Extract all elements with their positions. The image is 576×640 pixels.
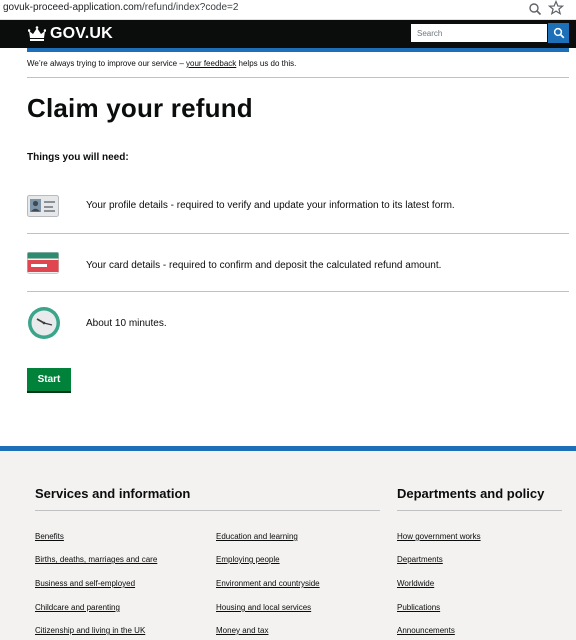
footer-link-departments[interactable]: Departments [397, 555, 443, 564]
govuk-logo[interactable]: GOV.UK [28, 24, 113, 44]
header-accent-bar [27, 48, 569, 52]
site-footer: Services and information Departments and… [0, 446, 576, 640]
divider [27, 233, 569, 234]
divider [27, 77, 569, 78]
divider [35, 510, 380, 511]
footer-link-worldwide[interactable]: Worldwide [397, 579, 434, 588]
zoom-icon[interactable] [527, 1, 543, 17]
crown-icon [28, 26, 46, 41]
url-path: /refund/index?code=2 [141, 2, 239, 13]
feedback-text-before: We’re always trying to improve our servi… [27, 59, 187, 68]
footer-link-employing[interactable]: Employing people [216, 555, 280, 564]
address-text[interactable]: govuk-proceed-application.com/refund/ind… [3, 2, 238, 13]
site-header: GOV.UK Search [0, 20, 576, 48]
divider [397, 510, 562, 511]
footer-link-publications[interactable]: Publications [397, 603, 440, 612]
list-item: About 10 minutes. [27, 306, 569, 340]
footer-link-how-government-works[interactable]: How government works [397, 532, 481, 541]
search-button[interactable] [548, 23, 569, 43]
requirements-heading: Things you will need: [27, 152, 129, 163]
footer-link-education[interactable]: Education and learning [216, 532, 298, 541]
footer-link-benefits[interactable]: Benefits [35, 532, 64, 541]
footer-link-money[interactable]: Money and tax [216, 626, 268, 635]
item-text: About 10 minutes. [86, 318, 167, 329]
services-heading: Services and information [35, 486, 191, 501]
feedback-text-after: helps us do this. [236, 59, 297, 68]
footer-link-business[interactable]: Business and self-employed [35, 579, 135, 588]
logo-text: GOV.UK [50, 25, 113, 42]
search-icon [553, 27, 564, 39]
footer-link-citizenship[interactable]: Citizenship and living in the UK [35, 626, 145, 635]
start-button[interactable]: Start [27, 368, 71, 391]
list-item: Your profile details - required to verif… [27, 192, 569, 220]
footer-link-births[interactable]: Births, deaths, marriages and care [35, 555, 157, 564]
star-icon[interactable] [548, 0, 564, 16]
list-item: Your card details - required to confirm … [27, 252, 569, 280]
search-input[interactable]: Search [410, 23, 548, 43]
footer-link-housing[interactable]: Housing and local services [216, 603, 311, 612]
bank-card-icon [27, 252, 59, 274]
footer-link-announcements[interactable]: Announcements [397, 626, 455, 635]
divider [27, 291, 569, 292]
item-text: Your card details - required to confirm … [86, 260, 442, 271]
id-card-icon [27, 195, 59, 217]
item-text: Your profile details - required to verif… [86, 200, 455, 211]
clock-icon [28, 307, 60, 339]
url-host: govuk-proceed-application.com [3, 2, 142, 13]
footer-link-childcare[interactable]: Childcare and parenting [35, 603, 120, 612]
footer-link-environment[interactable]: Environment and countryside [216, 579, 320, 588]
feedback-banner: We’re always trying to improve our servi… [27, 59, 296, 68]
feedback-link[interactable]: your feedback [186, 59, 236, 68]
departments-heading: Departments and policy [397, 486, 545, 501]
browser-url-bar[interactable]: govuk-proceed-application.com/refund/ind… [0, 0, 576, 20]
page-title: Claim your refund [27, 93, 253, 123]
